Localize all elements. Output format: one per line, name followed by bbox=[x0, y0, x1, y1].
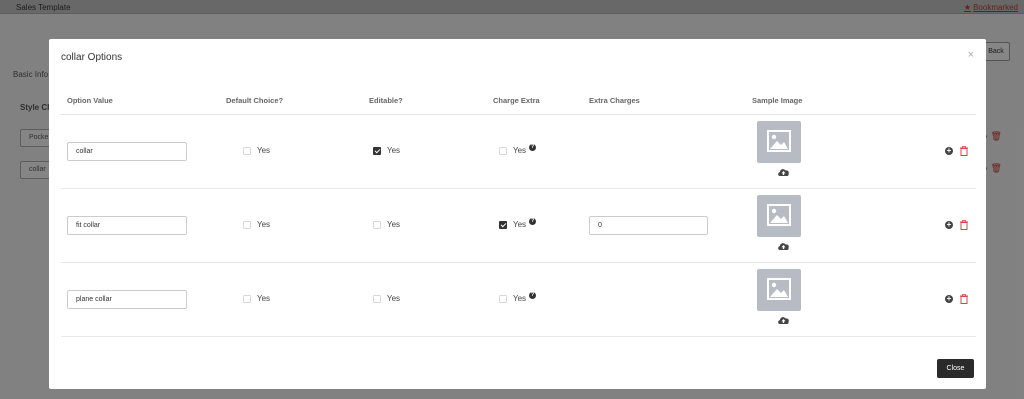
header-default-choice: Default Choice? bbox=[226, 96, 284, 105]
table-row: plane collar Yes Yes Yes? + bbox=[61, 263, 976, 337]
yes-label: Yes bbox=[513, 220, 527, 229]
editable-checkbox[interactable]: Yes bbox=[373, 220, 400, 229]
header-charge-extra: Charge Extra bbox=[493, 96, 540, 105]
table-row: fit collar Yes Yes Yes? 0 + bbox=[61, 189, 976, 263]
add-option-icon[interactable]: + bbox=[945, 221, 953, 229]
options-modal: collar Options × Option Value Default Ch… bbox=[49, 39, 986, 389]
yes-label: Yes bbox=[387, 146, 401, 155]
checkbox[interactable] bbox=[243, 220, 251, 229]
yes-label: Yes bbox=[513, 146, 527, 155]
charge-extra-checkbox[interactable]: Yes? bbox=[499, 218, 537, 229]
header-option-value: Option Value bbox=[67, 96, 113, 105]
close-button[interactable]: Close bbox=[937, 359, 974, 378]
close-icon[interactable]: × bbox=[968, 49, 974, 61]
default-choice-checkbox[interactable]: Yes bbox=[243, 294, 270, 303]
editable-checkbox[interactable]: Yes bbox=[373, 294, 400, 303]
sample-image-placeholder[interactable] bbox=[757, 121, 801, 163]
trash-icon[interactable] bbox=[960, 294, 968, 306]
default-choice-checkbox[interactable]: Yes bbox=[243, 146, 270, 155]
checkbox-checked[interactable] bbox=[373, 146, 381, 155]
extra-charges-input[interactable]: 0 bbox=[589, 216, 708, 235]
yes-label: Yes bbox=[513, 294, 527, 303]
add-option-icon[interactable]: + bbox=[945, 295, 953, 303]
checkbox[interactable] bbox=[243, 146, 251, 155]
yes-label: Yes bbox=[257, 294, 271, 303]
trash-icon[interactable] bbox=[960, 220, 968, 232]
upload-icon[interactable] bbox=[777, 241, 790, 251]
charge-extra-checkbox[interactable]: Yes? bbox=[499, 292, 537, 303]
table-row: collar Yes Yes Yes? + bbox=[61, 115, 976, 189]
option-value-input[interactable]: fit collar bbox=[67, 216, 187, 235]
table-header: Option Value Default Choice? Editable? C… bbox=[61, 95, 976, 115]
help-icon[interactable]: ? bbox=[529, 292, 537, 299]
editable-checkbox[interactable]: Yes bbox=[373, 146, 400, 155]
yes-label: Yes bbox=[257, 146, 271, 155]
yes-label: Yes bbox=[387, 294, 401, 303]
image-icon bbox=[767, 130, 791, 152]
modal-title: collar Options bbox=[61, 52, 123, 63]
checkbox[interactable] bbox=[373, 220, 381, 229]
header-extra-charges: Extra Charges bbox=[589, 96, 640, 105]
help-icon[interactable]: ? bbox=[529, 218, 537, 225]
charge-extra-checkbox[interactable]: Yes? bbox=[499, 144, 537, 155]
checkbox-checked[interactable] bbox=[499, 220, 507, 229]
header-sample-image: Sample Image bbox=[752, 96, 803, 105]
yes-label: Yes bbox=[387, 220, 401, 229]
sample-image-placeholder[interactable] bbox=[757, 269, 801, 311]
image-icon bbox=[767, 278, 791, 300]
option-value-input[interactable]: plane collar bbox=[67, 290, 187, 309]
image-icon bbox=[767, 204, 791, 226]
header-editable: Editable? bbox=[369, 96, 403, 105]
sample-image-placeholder[interactable] bbox=[757, 195, 801, 237]
add-option-icon[interactable]: + bbox=[945, 147, 953, 155]
checkbox[interactable] bbox=[373, 294, 381, 303]
checkbox[interactable] bbox=[499, 294, 507, 303]
trash-icon[interactable] bbox=[960, 146, 968, 158]
yes-label: Yes bbox=[257, 220, 271, 229]
upload-icon[interactable] bbox=[777, 167, 790, 177]
option-value-input[interactable]: collar bbox=[67, 142, 187, 161]
help-icon[interactable]: ? bbox=[529, 144, 537, 151]
checkbox[interactable] bbox=[243, 294, 251, 303]
upload-icon[interactable] bbox=[777, 315, 790, 325]
checkbox[interactable] bbox=[499, 146, 507, 155]
default-choice-checkbox[interactable]: Yes bbox=[243, 220, 270, 229]
